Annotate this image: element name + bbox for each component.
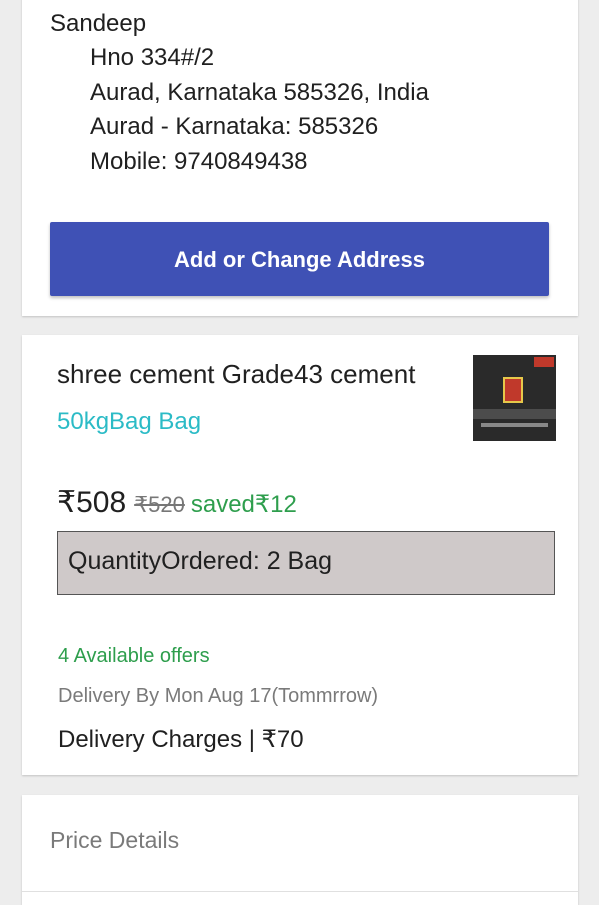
product-variant: 50kgBag Bag	[57, 408, 202, 435]
price-row: ₹508 ₹520 saved₹12	[57, 485, 297, 520]
delivery-date: Delivery By Mon Aug 17(Tommrrow)	[58, 685, 379, 707]
thumbnail-subcaption-bar	[481, 423, 548, 427]
quantity-ordered: QuantityOrdered: 2 Bag	[68, 547, 333, 575]
price-details-title: Price Details	[50, 827, 180, 853]
add-change-address-button[interactable]: Add or Change Address	[50, 222, 549, 296]
quantity-box[interactable]: QuantityOrdered: 2 Bag	[57, 531, 555, 595]
address-line-2: Aurad, Karnataka 585326, India	[90, 79, 429, 106]
address-line-3: Aurad - Karnataka: 585326	[90, 113, 379, 140]
divider	[22, 891, 578, 892]
savings-label: saved₹12	[190, 491, 297, 518]
delivery-charges: Delivery Charges | ₹70	[58, 726, 304, 753]
mobile-number: Mobile: 9740849438	[90, 148, 308, 175]
address-card: Sandeep Hno 334#/2 Aurad, Karnataka 5853…	[22, 0, 578, 316]
cement-bag-image[interactable]	[473, 355, 556, 441]
available-offers-link[interactable]: 4 Available offers	[58, 645, 210, 668]
product-card: shree cement Grade43 cement 50kgBag Bag …	[22, 335, 578, 775]
address-line-1: Hno 334#/2	[90, 44, 215, 71]
recipient-name: Sandeep	[50, 10, 147, 37]
thumbnail-caption-bar	[473, 409, 556, 419]
original-price: ₹520	[134, 492, 185, 517]
selling-price: ₹508	[57, 486, 127, 519]
brand-logo-mark	[503, 377, 523, 403]
price-details-card: Price Details	[22, 795, 578, 905]
product-title[interactable]: shree cement Grade43 cement	[57, 359, 415, 390]
brand-corner-mark	[534, 357, 554, 367]
